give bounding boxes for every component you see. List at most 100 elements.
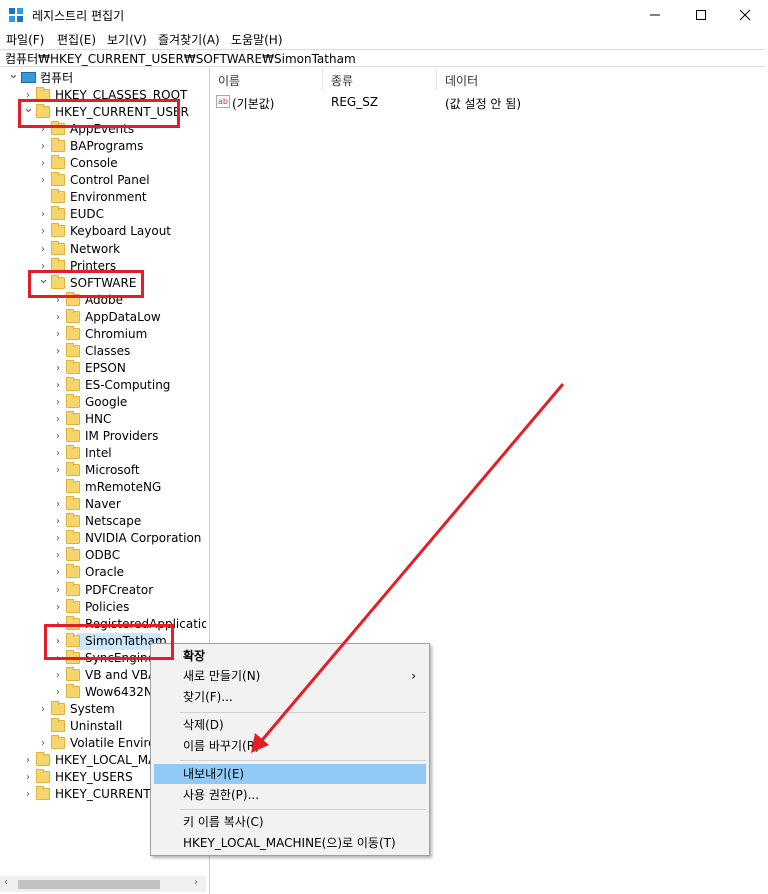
tree-node[interactable]: › EPSON bbox=[0, 359, 206, 377]
chevron-right-icon[interactable]: › bbox=[53, 530, 63, 547]
computer-icon bbox=[21, 72, 36, 83]
tree-horizontal-scrollbar[interactable]: ‹ › bbox=[0, 876, 206, 892]
close-button[interactable] bbox=[722, 0, 768, 30]
chevron-right-icon[interactable]: › bbox=[53, 564, 63, 581]
chevron-right-icon[interactable]: › bbox=[53, 667, 63, 684]
maximize-button[interactable] bbox=[678, 0, 724, 30]
tree-node[interactable]: › Intel bbox=[0, 445, 206, 462]
tree-node[interactable]: › Keyboard Layout bbox=[0, 223, 206, 240]
tree-node[interactable]: › Console bbox=[0, 155, 206, 172]
chevron-right-icon[interactable]: › bbox=[53, 462, 63, 479]
string-value-icon: ab bbox=[216, 95, 230, 108]
tree-node-label: Naver bbox=[85, 497, 121, 512]
scroll-left-icon[interactable]: ‹ bbox=[4, 877, 8, 888]
chevron-right-icon[interactable]: › bbox=[53, 513, 63, 530]
minimize-button[interactable] bbox=[632, 0, 678, 30]
column-divider[interactable] bbox=[436, 68, 437, 90]
folder-icon bbox=[66, 308, 80, 323]
menu-edit[interactable]: 편집(E) bbox=[57, 31, 96, 48]
chevron-right-icon[interactable]: › bbox=[53, 547, 63, 564]
tree-node-label: System bbox=[70, 701, 115, 716]
tree-node[interactable]: › Chromium bbox=[0, 325, 206, 343]
chevron-right-icon[interactable]: › bbox=[38, 206, 48, 223]
chevron-right-icon[interactable]: › bbox=[53, 326, 63, 343]
tree-node-label: Netscape bbox=[85, 514, 142, 529]
menu-item-goto-hklm[interactable]: HKEY_LOCAL_MACHINE(으)로 이동(T) bbox=[154, 833, 426, 853]
menu-item-new[interactable]: 새로 만들기(N) › bbox=[154, 666, 426, 686]
tree-node[interactable]: › PDFCreator bbox=[0, 581, 206, 599]
chevron-right-icon[interactable]: › bbox=[38, 735, 48, 752]
chevron-right-icon[interactable]: › bbox=[53, 309, 63, 326]
scroll-right-icon[interactable]: › bbox=[194, 877, 198, 888]
menu-help[interactable]: 도움말(H) bbox=[231, 31, 283, 48]
chevron-right-icon[interactable]: › bbox=[38, 241, 48, 258]
minimize-icon bbox=[650, 14, 660, 16]
chevron-right-icon[interactable]: › bbox=[23, 769, 33, 786]
menu-view[interactable]: 보기(V) bbox=[107, 31, 147, 48]
tree-node[interactable]: › EUDC bbox=[0, 206, 206, 223]
tree-node[interactable]: › NVIDIA Corporation bbox=[0, 530, 206, 547]
column-divider[interactable] bbox=[322, 68, 323, 90]
tree-node[interactable]: › ODBC bbox=[0, 547, 206, 564]
chevron-right-icon[interactable]: › bbox=[53, 496, 63, 513]
column-header-type[interactable]: 종류 bbox=[331, 72, 353, 89]
tree-root-computer[interactable]: ⌄ 컴퓨터 bbox=[0, 68, 206, 87]
tree-node[interactable]: › IM Providers bbox=[0, 428, 206, 445]
menu-item-find[interactable]: 찾기(F)... bbox=[154, 687, 426, 707]
chevron-right-icon[interactable]: › bbox=[53, 411, 63, 428]
chevron-right-icon[interactable]: › bbox=[38, 138, 48, 155]
address-bar[interactable]: 컴퓨터₩HKEY_CURRENT_USER₩SOFTWARE₩SimonTath… bbox=[0, 49, 766, 67]
chevron-right-icon[interactable]: › bbox=[53, 377, 63, 394]
menu-item-export[interactable]: 내보내기(E) bbox=[154, 764, 426, 784]
tree-node[interactable]: › Netscape bbox=[0, 513, 206, 530]
folder-icon bbox=[66, 530, 80, 545]
tree-node[interactable]: › Classes bbox=[0, 342, 206, 360]
chevron-right-icon[interactable]: › bbox=[53, 684, 63, 701]
chevron-right-icon[interactable]: › bbox=[53, 343, 63, 360]
chevron-right-icon[interactable]: › bbox=[53, 394, 63, 411]
folder-icon bbox=[66, 547, 80, 562]
chevron-right-icon[interactable]: › bbox=[53, 445, 63, 462]
tree-node-label: Microsoft bbox=[85, 463, 140, 478]
tree-node-label: HNC bbox=[85, 412, 112, 426]
tree-node[interactable]: Environment bbox=[0, 189, 206, 206]
chevron-right-icon[interactable]: › bbox=[38, 701, 48, 718]
menu-item-copy-key-name[interactable]: 키 이름 복사(C) bbox=[154, 812, 426, 832]
tree-node[interactable]: › BAPrograms bbox=[0, 138, 206, 155]
chevron-down-icon[interactable]: ⌄ bbox=[8, 68, 19, 87]
chevron-right-icon[interactable]: › bbox=[38, 155, 48, 172]
menu-file[interactable]: 파일(F) bbox=[6, 31, 44, 48]
chevron-right-icon[interactable]: › bbox=[53, 428, 63, 445]
tree-node[interactable]: › Policies bbox=[0, 598, 206, 616]
menu-item-delete[interactable]: 삭제(D) bbox=[154, 715, 426, 735]
chevron-right-icon[interactable]: › bbox=[53, 582, 63, 599]
tree-node[interactable]: › Microsoft bbox=[0, 462, 206, 479]
tree-node[interactable]: › HNC bbox=[0, 411, 206, 428]
folder-icon bbox=[66, 479, 80, 494]
chevron-right-icon[interactable]: › bbox=[23, 752, 33, 769]
tree-node[interactable]: › Oracle bbox=[0, 564, 206, 581]
chevron-right-icon[interactable]: › bbox=[38, 172, 48, 189]
tree-node-label: AppDataLow bbox=[85, 309, 161, 324]
tree-node-label: Wow6432No bbox=[85, 684, 161, 699]
column-header-name[interactable]: 이름 bbox=[218, 72, 240, 89]
menu-item-rename[interactable]: 이름 바꾸기(R) bbox=[154, 736, 426, 756]
tree-node[interactable]: › Network bbox=[0, 240, 206, 258]
tree-node[interactable]: › Naver bbox=[0, 496, 206, 513]
tree-node[interactable]: › ES-Computing bbox=[0, 376, 206, 394]
menu-item-permissions[interactable]: 사용 권한(P)... bbox=[154, 785, 426, 805]
menu-favorites[interactable]: 즐겨찾기(A) bbox=[158, 31, 220, 48]
tree-node-label: VB and VBA bbox=[85, 667, 157, 682]
chevron-right-icon[interactable]: › bbox=[53, 599, 63, 616]
tree-node[interactable]: › Google bbox=[0, 393, 206, 411]
menu-item-expand[interactable]: 확장 bbox=[154, 646, 426, 666]
tree-node[interactable]: mRemoteNG bbox=[0, 479, 206, 496]
tree-node[interactable]: › Control Panel bbox=[0, 172, 206, 189]
scroll-thumb[interactable] bbox=[18, 880, 160, 889]
chevron-right-icon[interactable]: › bbox=[53, 360, 63, 377]
folder-icon bbox=[66, 393, 80, 408]
chevron-right-icon[interactable]: › bbox=[23, 786, 33, 803]
column-header-data[interactable]: 데이터 bbox=[445, 72, 478, 89]
tree-node[interactable]: › AppDataLow bbox=[0, 308, 206, 326]
chevron-right-icon[interactable]: › bbox=[38, 223, 48, 240]
